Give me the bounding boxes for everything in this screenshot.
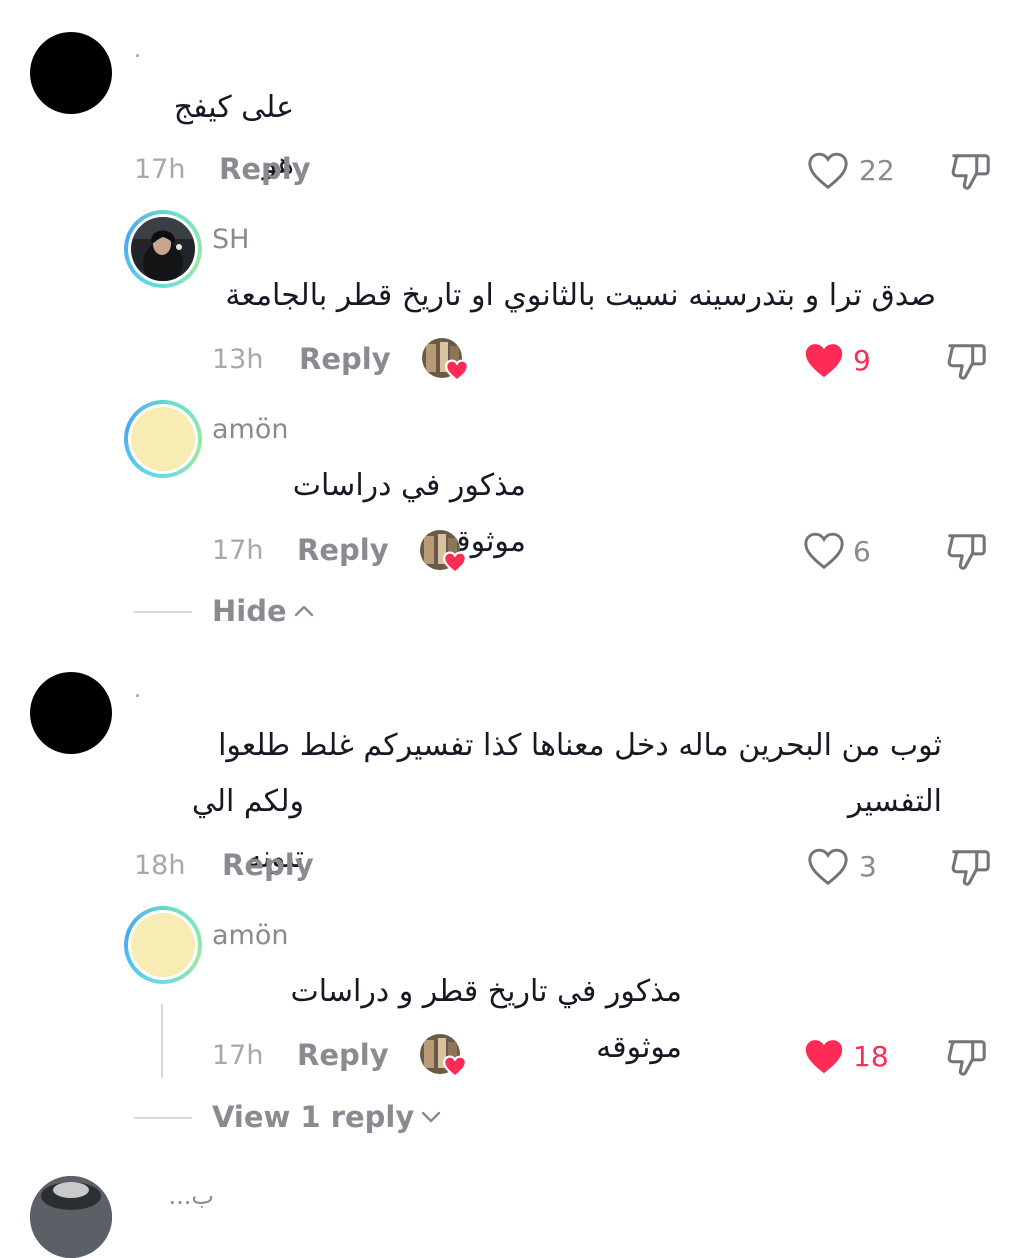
creator-liked-badge xyxy=(420,530,468,574)
like-button[interactable] xyxy=(802,340,846,380)
like-count: 18 xyxy=(853,1040,889,1073)
thumbs-down-icon xyxy=(951,850,990,886)
amon-profile-photo xyxy=(131,913,195,977)
reply-time: 17h xyxy=(212,1040,264,1071)
like-count: 22 xyxy=(859,154,895,187)
view-replies-label: View 1 reply xyxy=(212,1100,415,1134)
like-button[interactable] xyxy=(806,150,850,190)
reply-time: 17h xyxy=(212,535,264,566)
creator-liked-badge xyxy=(422,338,470,382)
comment-time: 18h xyxy=(134,850,186,881)
heart-filled-icon xyxy=(443,1055,467,1078)
commenter-avatar[interactable] xyxy=(30,672,112,754)
reply-button[interactable]: Reply xyxy=(299,342,391,376)
next-commenter-name[interactable]: ب... xyxy=(134,1168,214,1224)
amon-profile-photo xyxy=(131,407,195,471)
like-button[interactable] xyxy=(802,530,846,570)
heart-filled-icon xyxy=(805,344,843,378)
view-replies-button[interactable]: View 1 reply xyxy=(212,1100,442,1134)
divider xyxy=(134,611,192,613)
reply-username[interactable]: amön xyxy=(212,920,288,951)
hide-replies-button[interactable]: Hide xyxy=(212,594,315,628)
reply-text: صدق ترا و بتدرسينه نسيت بالثانوي او تاري… xyxy=(225,278,936,313)
like-button[interactable] xyxy=(806,846,850,886)
reply-button[interactable]: Reply xyxy=(222,848,314,882)
reply-username[interactable]: amön xyxy=(212,414,288,445)
commenter-name[interactable]: . xyxy=(134,38,141,63)
hide-label: Hide xyxy=(212,594,287,628)
thumbs-down-icon xyxy=(947,344,986,380)
next-commenter-avatar[interactable] xyxy=(30,1176,112,1258)
reply-avatar[interactable] xyxy=(124,210,202,288)
sh-profile-photo xyxy=(131,217,195,281)
reply-username[interactable]: SH xyxy=(212,224,249,255)
dislike-button[interactable] xyxy=(944,530,990,572)
commenter-name[interactable]: . xyxy=(134,678,141,703)
dislike-button[interactable] xyxy=(948,846,994,888)
like-count: 3 xyxy=(859,850,877,883)
heart-outline-icon xyxy=(808,848,848,886)
reply-avatar[interactable] xyxy=(124,906,202,984)
chevron-up-icon xyxy=(294,605,313,617)
thumbs-down-icon xyxy=(947,534,986,570)
heart-filled-icon xyxy=(805,1040,843,1074)
divider xyxy=(134,1117,192,1119)
comment-time: 17h xyxy=(134,154,186,185)
thread-line xyxy=(161,1004,163,1078)
commenter-avatar[interactable] xyxy=(30,32,112,114)
dislike-button[interactable] xyxy=(944,340,990,382)
heart-outline-icon xyxy=(804,532,844,570)
chevron-down-icon xyxy=(422,1111,441,1123)
thumbs-down-icon xyxy=(951,154,990,190)
reply-avatar[interactable] xyxy=(124,400,202,478)
thumbs-down-icon xyxy=(947,1040,986,1076)
like-button[interactable] xyxy=(802,1036,846,1076)
reply-button[interactable]: Reply xyxy=(297,533,389,567)
reply-button[interactable]: Reply xyxy=(297,1038,389,1072)
reply-time: 13h xyxy=(212,344,264,375)
reply-button[interactable]: Reply xyxy=(219,152,311,186)
heart-filled-icon xyxy=(445,359,469,382)
heart-filled-icon xyxy=(443,551,467,574)
creator-liked-badge xyxy=(420,1034,468,1078)
heart-outline-icon xyxy=(808,152,848,190)
dislike-button[interactable] xyxy=(944,1036,990,1078)
dislike-button[interactable] xyxy=(948,150,994,192)
like-count: 9 xyxy=(853,344,871,377)
like-count: 6 xyxy=(853,535,871,568)
